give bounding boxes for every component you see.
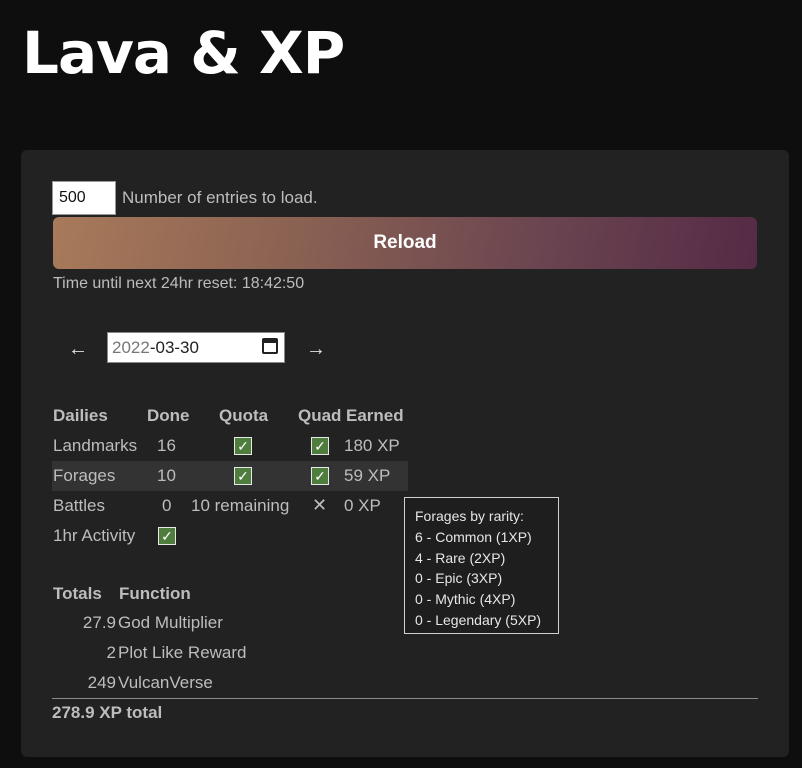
col-header-done: Done — [147, 406, 190, 425]
row-forages-done: 10 — [157, 466, 176, 485]
forages-tooltip: Forages by rarity: 6 - Common (1XP) 4 - … — [404, 497, 559, 634]
row-battles-earned: 0 XP — [344, 496, 381, 515]
landmarks-quad-check-icon: ✓ — [311, 437, 329, 455]
forages-quota-check-icon: ✓ — [234, 467, 252, 485]
tooltip-line: 4 - Rare (2XP) — [415, 549, 506, 566]
date-year: 2022 — [112, 338, 150, 357]
calendar-icon[interactable] — [262, 338, 278, 354]
activity-label: 1hr Activity — [53, 526, 136, 545]
forages-quad-check-icon: ✓ — [311, 467, 329, 485]
reset-timer: Time until next 24hr reset: 18:42:50 — [53, 275, 305, 292]
reload-button[interactable]: Reload — [53, 217, 757, 269]
col-header-quad: Quad — [298, 406, 342, 425]
tooltip-title: Forages by rarity: — [415, 508, 524, 524]
row-landmarks-earned: 180 XP — [344, 436, 400, 455]
tooltip-line: 6 - Common (1XP) — [415, 528, 532, 545]
row-battles-name: Battles — [53, 496, 105, 515]
entries-input[interactable] — [52, 181, 116, 215]
col-header-dailies: Dailies — [53, 406, 108, 425]
next-day-arrow-icon[interactable]: → — [306, 338, 326, 361]
col-header-totals: Totals — [53, 584, 102, 603]
date-month-day: -03-30 — [149, 338, 199, 357]
tooltip-line: 0 - Mythic (4XP) — [415, 591, 516, 608]
row-forages-earned: 59 XP — [344, 466, 391, 485]
prev-day-arrow-icon[interactable]: ← — [68, 338, 88, 361]
row-landmarks-name: Landmarks — [53, 436, 138, 455]
total-value: 27.9 — [82, 613, 116, 632]
landmarks-quota-check-icon: ✓ — [234, 437, 252, 455]
date-input[interactable]: 2022-03-30 — [107, 332, 285, 363]
entries-label: Number of entries to load. — [122, 188, 318, 207]
row-battles-done: 0 — [162, 496, 172, 515]
row-landmarks-done: 16 — [157, 436, 176, 455]
totals-divider — [52, 698, 758, 699]
grand-total: 278.9 XP total — [52, 703, 163, 722]
row-battles-quota: 10 remaining — [191, 496, 290, 515]
total-function: Plot Like Reward — [118, 643, 247, 662]
tooltip-line: 0 - Legendary (5XP) — [415, 611, 542, 628]
col-header-earned: Earned — [346, 406, 404, 425]
total-function: VulcanVerse — [118, 673, 213, 692]
total-value: 249 — [87, 673, 116, 692]
col-header-quota: Quota — [219, 406, 269, 425]
col-header-function: Function — [119, 584, 191, 603]
total-function: God Multiplier — [118, 613, 223, 632]
total-value: 2 — [106, 643, 116, 662]
tooltip-line: 0 - Epic (3XP) — [415, 570, 503, 587]
row-forages-name[interactable]: Forages — [53, 466, 115, 486]
activity-check-icon: ✓ — [158, 527, 176, 545]
page-title: Lava & XP — [22, 19, 345, 87]
battles-quad-x-icon: ✕ — [312, 495, 328, 515]
